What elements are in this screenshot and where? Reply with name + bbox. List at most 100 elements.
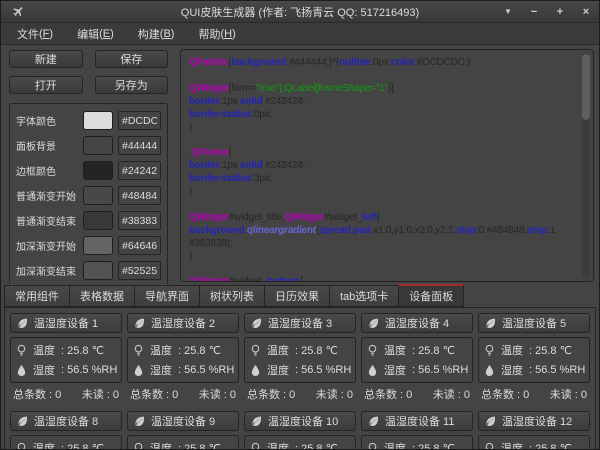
- dropdown-button[interactable]: ▼: [495, 1, 521, 22]
- temperature-label: 温度: [150, 342, 172, 358]
- menu-item[interactable]: 编辑E: [65, 23, 126, 44]
- bulb-icon: [133, 344, 144, 357]
- total-count: 总条数0: [247, 386, 295, 402]
- color-setting-row: 加深渐变结束: [16, 258, 161, 283]
- tab[interactable]: 导航界面: [134, 285, 199, 307]
- tab[interactable]: 表格数据: [69, 285, 134, 307]
- color-setting-row: 面板背景: [16, 133, 161, 158]
- color-swatch[interactable]: [83, 161, 113, 180]
- tab[interactable]: 常用组件: [4, 285, 69, 307]
- color-swatch[interactable]: [83, 186, 113, 205]
- device-card: 温湿度设备 13 温度25.8 ℃ 湿度56.5 %RH 总条数0: [595, 411, 596, 449]
- device-title: 温湿度设备 12: [502, 413, 572, 429]
- menu-mnemonic: F: [39, 28, 53, 40]
- temperature-label: 温度: [150, 440, 172, 449]
- tab[interactable]: tab选项卡: [329, 285, 398, 307]
- device-card-footer: 总条数0 未读0: [10, 383, 122, 402]
- tab[interactable]: 树状列表: [199, 285, 264, 307]
- device-title: 温湿度设备 11: [385, 413, 454, 429]
- tab[interactable]: 设备面板: [398, 284, 464, 307]
- humidity-row: 湿度56.5 %RH: [367, 362, 467, 378]
- temperature-row: 温度25.8 ℃: [484, 440, 584, 449]
- device-card-footer: 总条数0 未读0: [478, 383, 590, 402]
- color-swatch[interactable]: [83, 261, 113, 280]
- hex-color-input[interactable]: [118, 111, 161, 130]
- scrollbar-thumb[interactable]: [582, 54, 590, 120]
- hex-color-input[interactable]: [118, 236, 161, 255]
- hex-color-input[interactable]: [118, 261, 161, 280]
- device-card: 温湿度设备 5 温度25.8 ℃ 湿度56.5 %RH 总条数0: [478, 313, 590, 402]
- tab-bar: 常用组件 表格数据 导航界面 树状列表 日历效果 tab选项卡 设备面板: [1, 284, 599, 307]
- device-card-body: 温度25.8 ℃ 湿度56.5 %RH: [10, 435, 122, 449]
- color-swatch[interactable]: [83, 211, 113, 230]
- toolbar-button[interactable]: 新建: [9, 50, 83, 68]
- device-title: 温湿度设备 5: [502, 315, 566, 331]
- unread-count: 未读0: [199, 386, 236, 402]
- bulb-icon: [250, 442, 261, 450]
- toolbar-button[interactable]: 保存: [95, 50, 169, 68]
- temperature-row: 温度25.8 ℃: [16, 440, 116, 449]
- temperature-row: 温度25.8 ℃: [133, 342, 233, 358]
- device-card: 温湿度设备 2 温度25.8 ℃ 湿度56.5 %RH 总条数0: [127, 313, 239, 402]
- temperature-value: 25.8 ℃: [295, 442, 338, 450]
- unread-value: 0: [338, 389, 353, 401]
- temperature-value: 25.8 ℃: [61, 442, 104, 450]
- editor-scrollbar[interactable]: [582, 53, 590, 278]
- tab[interactable]: 日历效果: [264, 285, 329, 307]
- unread-value: 0: [104, 389, 119, 401]
- humidity-value: 56.5 %RH: [178, 364, 234, 376]
- device-card-footer: 总条数0 未读0: [244, 383, 356, 402]
- hex-color-input[interactable]: [118, 211, 161, 230]
- water-drop-icon: [367, 364, 378, 377]
- temperature-value: 25.8 ℃: [412, 442, 455, 450]
- color-swatch[interactable]: [83, 111, 113, 130]
- humidity-value: 56.5 %RH: [529, 364, 585, 376]
- device-card-footer: 总条数0 未读0: [361, 383, 473, 402]
- device-panel: 温湿度设备 1 温度25.8 ℃ 湿度56.5 %RH 总条数0: [4, 307, 596, 449]
- airplane-app-icon: [7, 5, 29, 18]
- unread-count: 未读0: [82, 386, 119, 402]
- unread-value: 0: [572, 389, 587, 401]
- temperature-row: 温度25.8 ℃: [250, 440, 350, 449]
- toolbar-button[interactable]: 打开: [9, 76, 83, 94]
- menu-item-label: 构建: [138, 26, 160, 42]
- window-titlebar[interactable]: QUI皮肤生成器 (作者: 飞扬青云 QQ: 517216493) ▼ − + …: [1, 1, 599, 23]
- device-card: 温湿度设备 6 温度25.8 ℃ 湿度56.5 %RH 总条数0: [595, 313, 596, 402]
- menu-item-label: 编辑: [77, 26, 99, 42]
- menu-item[interactable]: 构建B: [126, 23, 187, 44]
- device-card-body: 温度25.8 ℃ 湿度56.5 %RH: [244, 337, 356, 383]
- app-window: QUI皮肤生成器 (作者: 飞扬青云 QQ: 517216493) ▼ − + …: [0, 0, 600, 450]
- temperature-row: 温度25.8 ℃: [133, 440, 233, 449]
- total-label: 总条数: [364, 389, 397, 401]
- color-setting-row: 字体颜色: [16, 108, 161, 133]
- color-setting-label: 字体颜色: [16, 113, 78, 128]
- device-card-body: 温度25.8 ℃ 湿度56.5 %RH: [361, 337, 473, 383]
- device-card-header: 温湿度设备 3: [244, 313, 356, 333]
- leaf-icon: [16, 415, 29, 428]
- device-card: 温湿度设备 8 温度25.8 ℃ 湿度56.5 %RH 总条数0: [10, 411, 122, 449]
- hex-color-input[interactable]: [118, 136, 161, 155]
- humidity-row: 湿度56.5 %RH: [16, 362, 116, 378]
- hex-color-input[interactable]: [118, 186, 161, 205]
- temperature-value: 25.8 ℃: [529, 344, 572, 357]
- close-button[interactable]: ×: [573, 1, 599, 22]
- left-panel: 新建 保存 打开 另存为 字体颜色 面: [1, 45, 176, 284]
- color-swatch[interactable]: [83, 136, 113, 155]
- maximize-button[interactable]: +: [547, 1, 573, 22]
- device-card: 温湿度设备 4 温度25.8 ℃ 湿度56.5 %RH 总条数0: [361, 313, 473, 402]
- leaf-icon: [133, 415, 146, 428]
- bulb-icon: [16, 344, 27, 357]
- hex-color-input[interactable]: [118, 161, 161, 180]
- menu-item[interactable]: 文件F: [5, 23, 65, 44]
- toolbar-button[interactable]: 另存为: [95, 76, 169, 94]
- minimize-button[interactable]: −: [521, 1, 547, 22]
- temperature-label: 温度: [267, 342, 289, 358]
- total-value: 0: [397, 389, 412, 401]
- menu-item[interactable]: 帮助H: [186, 23, 247, 44]
- color-swatch[interactable]: [83, 236, 113, 255]
- device-row-1: 温湿度设备 1 温度25.8 ℃ 湿度56.5 %RH 总条数0: [10, 313, 595, 402]
- water-drop-icon: [133, 364, 144, 377]
- unread-label: 未读: [550, 389, 572, 401]
- leaf-icon: [367, 317, 380, 330]
- qss-code-editor[interactable]: QPalette{background:#444444;}*{outline:0…: [180, 49, 594, 282]
